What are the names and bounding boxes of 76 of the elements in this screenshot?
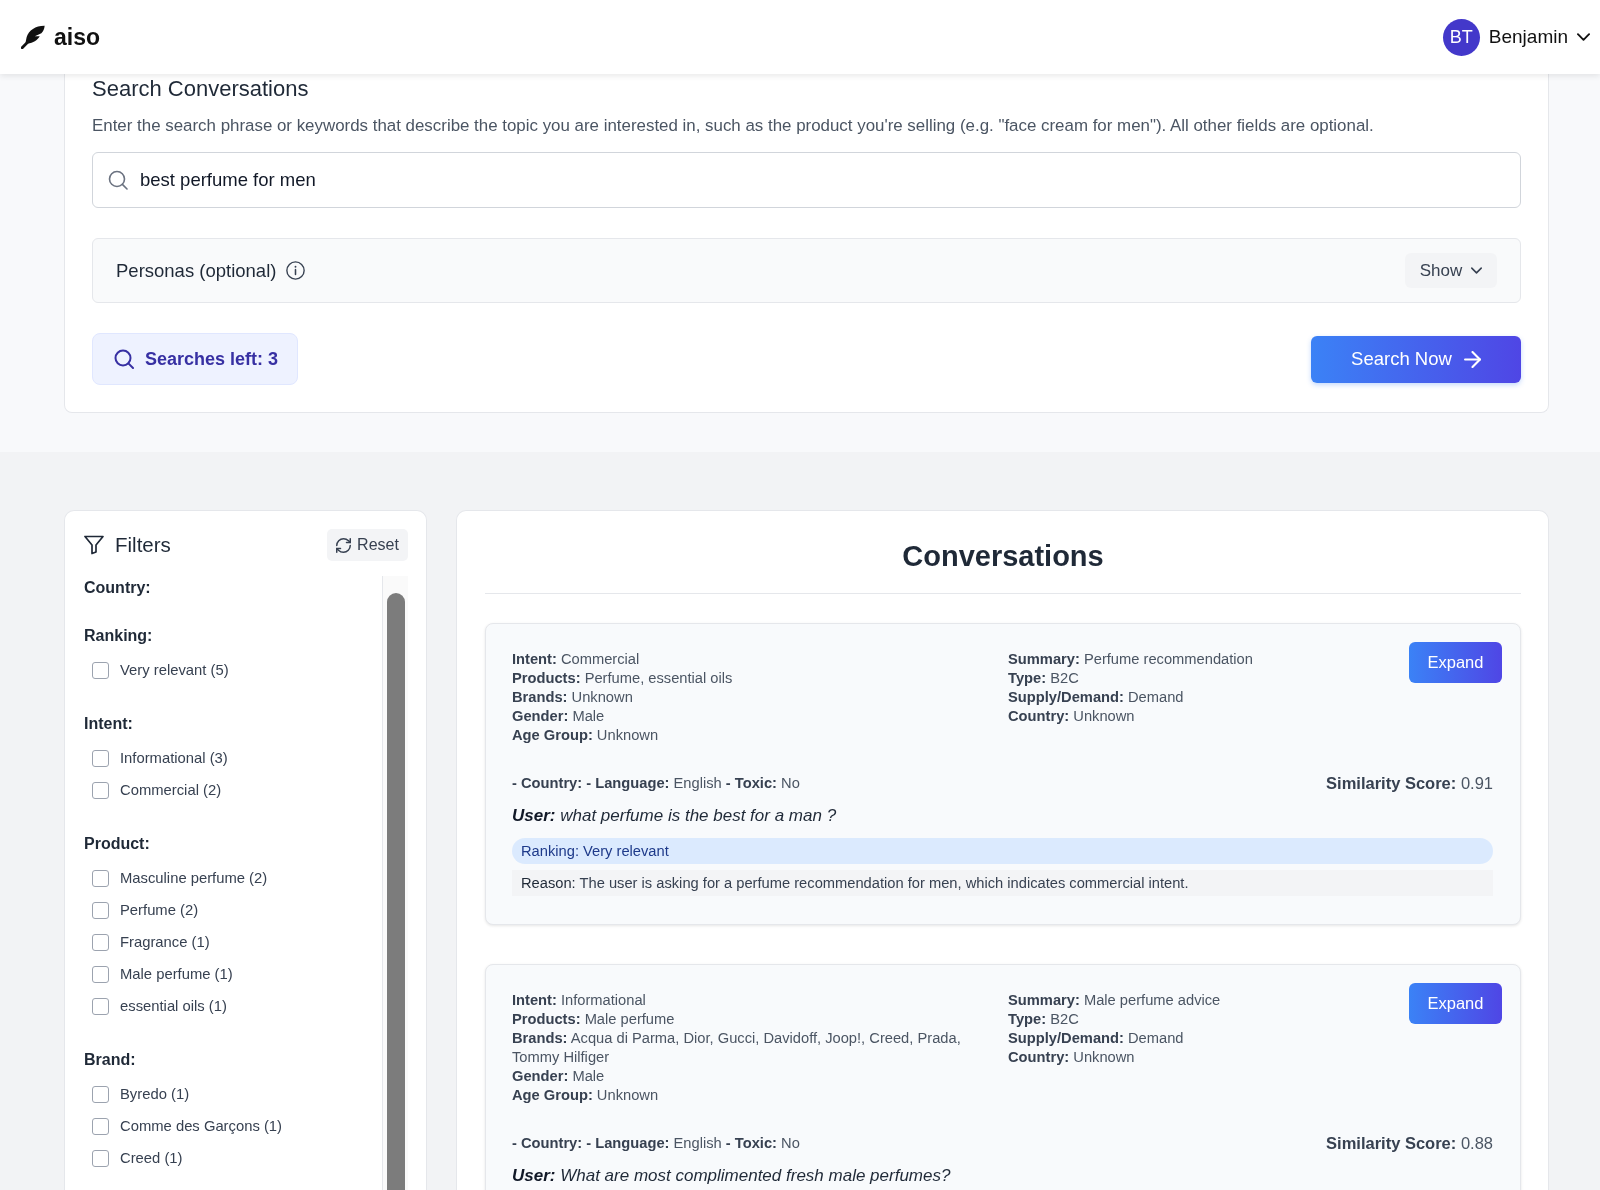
filter-option-label[interactable]: Masculine perfume (2) xyxy=(120,870,268,886)
section-title: Search Conversations xyxy=(92,75,309,103)
feather-icon xyxy=(21,25,45,49)
filter-option-label[interactable]: essential oils (1) xyxy=(120,998,227,1014)
filter-option-label[interactable]: Informational (3) xyxy=(120,750,228,766)
search-icon xyxy=(114,349,134,369)
detail-line: Age Group: Unknown xyxy=(512,1086,659,1105)
expand-button[interactable]: Expand xyxy=(1409,642,1502,683)
checkbox[interactable] xyxy=(92,933,109,951)
detail-line: Country: Unknown xyxy=(1008,707,1135,726)
ranking-tag: Ranking: Very relevant xyxy=(512,838,1493,864)
scrollbar-thumb[interactable] xyxy=(387,593,405,1190)
detail-line: Gender: Male xyxy=(512,707,605,726)
detail-line: Intent: Informational xyxy=(512,991,646,1010)
detail-line: Summary: Male perfume advice xyxy=(1008,991,1221,1010)
checkbox[interactable] xyxy=(92,1117,109,1135)
user-message: User: what perfume is the best for a man ? xyxy=(512,805,837,827)
detail-line: Summary: Perfume recommendation xyxy=(1008,650,1253,669)
user-menu-button[interactable]: BT Benjamin xyxy=(1442,18,1590,56)
filter-option-label[interactable]: Byredo (1) xyxy=(120,1086,190,1102)
home-logo-link[interactable]: aiso xyxy=(21,23,101,51)
checkbox[interactable] xyxy=(92,869,109,887)
chevron-down-icon xyxy=(1577,33,1590,41)
detail-line: Brands: Unknown xyxy=(512,688,633,707)
detail-line: Type: B2C xyxy=(1008,669,1079,688)
filter-icon xyxy=(84,535,104,555)
expand-button[interactable]: Expand xyxy=(1409,983,1502,1024)
searches-left-text: Searches left: 3 xyxy=(145,348,279,370)
user-message: User: What are most complimented fresh male perfumes? xyxy=(512,1165,951,1187)
checkbox[interactable] xyxy=(92,997,109,1015)
checkbox[interactable] xyxy=(92,1149,109,1167)
filter-group-title: Country: xyxy=(84,578,151,598)
checkbox[interactable] xyxy=(92,749,109,767)
personas-label: Personas (optional) xyxy=(116,259,277,282)
search-icon xyxy=(108,170,128,190)
reason-text: Reason: The user is asking for a perfume recommendation for men, which indicates commercial intent. xyxy=(512,870,1493,896)
search-instructions: Enter the search phrase or keywords that describe the topic you are interested in, such as the product you're selling (e.g. "face cream for men"). All other fields are optional. xyxy=(92,115,1374,137)
checkbox[interactable] xyxy=(92,661,109,679)
filters-title: Filters xyxy=(115,533,171,557)
filter-group-title: Intent: xyxy=(84,714,133,734)
checkbox[interactable] xyxy=(92,781,109,799)
filter-option-label[interactable]: Commercial (2) xyxy=(120,782,222,798)
detail-line: Products: Male perfume xyxy=(512,1010,675,1029)
reset-button[interactable]: Reset xyxy=(327,529,408,561)
filter-option-label[interactable]: Comme des Garçons (1) xyxy=(120,1118,282,1134)
filter-group-title: Product: xyxy=(84,834,150,854)
meta-line: - Country: - Language: English - Toxic: No xyxy=(512,1134,800,1153)
filter-group-title: Brand: xyxy=(84,1050,136,1070)
similarity-score: Similarity Score: 0.91 xyxy=(1326,773,1493,793)
detail-line: Intent: Commercial xyxy=(512,650,640,669)
detail-line: Gender: Male xyxy=(512,1067,605,1086)
meta-line: - Country: - Language: English - Toxic: No xyxy=(512,774,800,793)
similarity-score: Similarity Score: 0.88 xyxy=(1326,1133,1493,1153)
filter-option-label[interactable]: Fragrance (1) xyxy=(120,934,210,950)
filter-option-label[interactable]: Very relevant (5) xyxy=(120,662,229,678)
filter-option-label[interactable]: Male perfume (1) xyxy=(120,966,233,982)
detail-line: Supply/Demand: Demand xyxy=(1008,688,1184,707)
filter-option-label[interactable]: Creed (1) xyxy=(120,1150,183,1166)
detail-line: Brands: Acqua di Parma, Dior, Gucci, Davidoff, Joop!, Creed, Prada, Tommy Hilfiger xyxy=(512,1029,962,1067)
avatar: BT xyxy=(1442,18,1480,56)
filter-group-title: Ranking: xyxy=(84,626,153,646)
checkbox[interactable] xyxy=(92,1085,109,1103)
info-icon[interactable] xyxy=(286,261,306,280)
detail-line: Country: Unknown xyxy=(1008,1048,1135,1067)
show-toggle-button[interactable]: Show xyxy=(1405,253,1497,288)
detail-line: Products: Perfume, essential oils xyxy=(512,669,733,688)
search-field[interactable]: best perfume for men xyxy=(92,152,1521,208)
checkbox[interactable] xyxy=(92,901,109,919)
refresh-icon xyxy=(336,537,352,553)
detail-line: Supply/Demand: Demand xyxy=(1008,1029,1184,1048)
filter-option-label[interactable]: Perfume (2) xyxy=(120,902,199,918)
detail-line: Type: B2C xyxy=(1008,1010,1079,1029)
checkbox[interactable] xyxy=(92,965,109,983)
detail-line: Age Group: Unknown xyxy=(512,726,659,745)
panel-title: Conversations xyxy=(902,539,1104,573)
search-now-button[interactable]: Search Now xyxy=(1311,335,1521,383)
